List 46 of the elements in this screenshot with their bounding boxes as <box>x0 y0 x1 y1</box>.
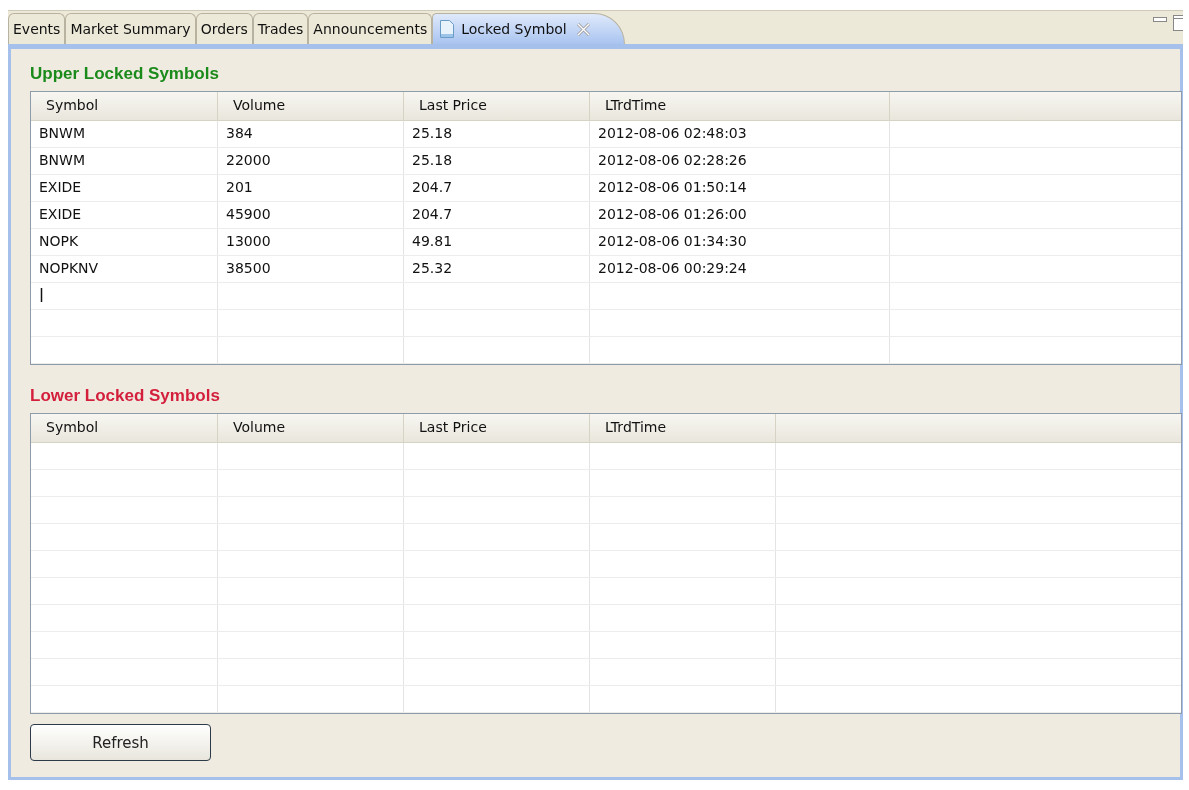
text-cursor-icon <box>39 287 44 303</box>
table-cell: 25.18 <box>412 152 453 168</box>
close-icon[interactable] <box>576 22 590 36</box>
column-header[interactable]: Symbol <box>31 92 218 120</box>
table-cell: BNWM <box>39 125 85 141</box>
table-cell: 204.7 <box>412 206 453 222</box>
refresh-button[interactable]: Refresh <box>30 724 211 761</box>
column-header[interactable]: LTrdTime <box>590 414 776 442</box>
table-cell: 384 <box>226 125 253 141</box>
column-header[interactable]: LTrdTime <box>590 92 890 120</box>
table-cell: 2012-08-06 01:26:00 <box>598 206 747 222</box>
table-cell: 2012-08-06 01:34:30 <box>598 233 747 249</box>
table-cell: 2012-08-06 00:29:24 <box>598 260 747 276</box>
table-cell: 2012-08-06 01:50:14 <box>598 179 747 195</box>
maximize-icon[interactable] <box>1173 15 1183 31</box>
table-cell: 22000 <box>226 152 271 168</box>
tab[interactable]: Events <box>8 13 66 44</box>
table-cell: 25.18 <box>412 125 453 141</box>
minimize-icon[interactable] <box>1153 15 1167 23</box>
table-cell: NOPK <box>39 233 79 249</box>
document-icon <box>439 19 456 39</box>
column-header[interactable]: Volume <box>218 92 404 120</box>
section-title: Lower Locked Symbols <box>30 385 221 407</box>
table-cell: 2012-08-06 02:28:26 <box>598 152 747 168</box>
table-cell: 25.32 <box>412 260 453 276</box>
table-cell: 38500 <box>226 260 271 276</box>
tab[interactable]: Announcements <box>308 13 433 44</box>
table-cell: 204.7 <box>412 179 453 195</box>
tab[interactable]: Orders <box>195 13 253 44</box>
table-cell: 201 <box>226 179 253 195</box>
column-header[interactable]: Last Price <box>404 92 590 120</box>
tab[interactable]: Locked Symbol <box>432 13 625 44</box>
table-cell: EXIDE <box>39 179 82 195</box>
table-cell: 2012-08-06 02:48:03 <box>598 125 747 141</box>
table-cell: 49.81 <box>412 233 453 249</box>
table-cell: 13000 <box>226 233 271 249</box>
tab[interactable]: Market Summary <box>65 13 196 44</box>
table-cell: EXIDE <box>39 206 82 222</box>
tab[interactable]: Trades <box>252 13 309 44</box>
column-header[interactable]: Symbol <box>31 414 218 442</box>
column-header[interactable]: Last Price <box>404 414 590 442</box>
section-title: Upper Locked Symbols <box>30 63 220 85</box>
table-cell: NOPKNV <box>39 260 99 276</box>
column-header[interactable]: Volume <box>218 414 404 442</box>
table-cell: 45900 <box>226 206 271 222</box>
table-cell: BNWM <box>39 152 85 168</box>
